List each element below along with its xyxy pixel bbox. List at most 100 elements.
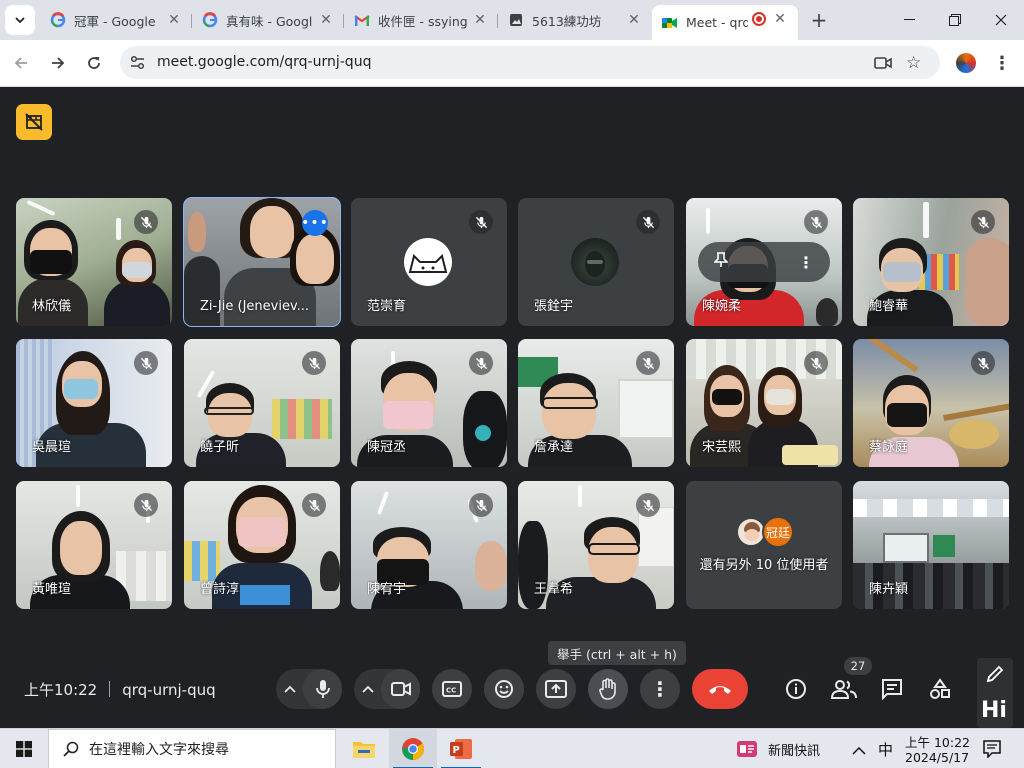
site-settings-icon[interactable] (129, 54, 146, 75)
hand-icon (599, 678, 616, 700)
participant-tile[interactable]: 范崇育 (351, 198, 507, 326)
more-vert-icon[interactable]: ⋮ (798, 253, 814, 272)
tab-4[interactable]: 5613練功坊 ✕ (498, 6, 650, 34)
minimize-button[interactable] (886, 0, 932, 40)
bookmark-star-icon[interactable]: ☆ (906, 53, 921, 73)
arrow-left-icon (14, 57, 27, 69)
ime-indicator[interactable]: 中 (878, 739, 893, 760)
close-icon[interactable]: ✕ (772, 11, 788, 27)
close-icon[interactable]: ✕ (626, 12, 642, 28)
close-icon (995, 14, 1007, 26)
participant-tile[interactable]: 黃唯瑄 (16, 481, 172, 609)
chevron-down-icon (15, 17, 25, 24)
taskbar-search-input[interactable]: 在這裡輸入文字來搜尋 (48, 729, 336, 768)
participant-tile[interactable]: 王韋希 (518, 481, 674, 609)
captions-button[interactable]: CC (432, 669, 472, 709)
participant-name: 鮑睿華 (869, 299, 909, 314)
tab-title: Meet - qrq (686, 15, 748, 30)
participant-tile-overflow[interactable]: 冠廷 還有另外 10 位使用者 (686, 481, 842, 609)
chrome-app[interactable] (389, 729, 437, 768)
restore-button[interactable] (932, 0, 978, 40)
close-icon[interactable]: ✕ (472, 12, 488, 28)
participant-tile[interactable]: 陳卉穎 (853, 481, 1009, 609)
mic-off-icon (971, 351, 995, 375)
tab-1[interactable]: 冠軍 - Google ✕ (40, 6, 190, 34)
close-window-button[interactable] (978, 0, 1024, 40)
tab-3[interactable]: 收件匣 - ssying ✕ (344, 6, 496, 34)
new-tab-button[interactable]: + (804, 5, 834, 35)
tab-search-button[interactable] (5, 5, 35, 35)
reload-button[interactable] (79, 48, 109, 78)
tab-2[interactable]: 真有味 - Googl ✕ (192, 6, 342, 34)
participant-tile[interactable]: 饒子昕 (184, 339, 340, 467)
news-icon[interactable] (736, 740, 758, 762)
tab-title: 收件匣 - ssying (378, 13, 468, 29)
close-icon[interactable]: ✕ (318, 12, 334, 28)
close-icon[interactable]: ✕ (166, 12, 182, 28)
people-button[interactable] (826, 671, 862, 707)
mic-options-chevron-icon[interactable] (276, 669, 303, 709)
more-options-button[interactable]: ⋮ (640, 669, 680, 709)
address-bar[interactable]: meet.google.com/qrq-urnj-quq ☆ (120, 46, 940, 79)
more-options-button[interactable]: ••• (301, 210, 328, 236)
participant-tile[interactable]: ••• Zi-Jie (Jeneviev... (183, 197, 341, 327)
tab-meet[interactable]: Meet - qrq ✕ (652, 5, 798, 40)
reactions-button[interactable] (484, 669, 524, 709)
participant-avatar (571, 238, 619, 286)
gmail-icon (354, 12, 370, 28)
chrome-menu-button[interactable]: ⋮ (987, 48, 1017, 78)
profile-avatar[interactable] (951, 48, 981, 78)
participant-tile[interactable]: 詹承達 (518, 339, 674, 467)
google-g-icon (202, 12, 218, 28)
participant-tile[interactable]: ⋮ 陳婉柔 (686, 198, 842, 326)
chat-button[interactable] (874, 671, 910, 707)
microphone-button[interactable] (303, 669, 342, 709)
participant-tile[interactable]: 林欣儀 (16, 198, 172, 326)
no-video-notice-button[interactable] (16, 104, 52, 140)
meeting-details-button[interactable] (778, 671, 814, 707)
news-label[interactable]: 新聞快訊 (768, 740, 820, 759)
participant-tile[interactable]: 吳晨瑄 (16, 339, 172, 467)
plus-icon: + (810, 8, 828, 32)
camera-indicator-icon[interactable] (874, 55, 892, 74)
camera-button[interactable] (381, 669, 420, 709)
participant-tile[interactable]: 曾詩淳 (184, 481, 340, 609)
leave-call-button[interactable] (692, 669, 748, 709)
participant-tile[interactable]: 張銓宇 (518, 198, 674, 326)
divider (109, 681, 111, 697)
forward-button[interactable] (43, 48, 73, 78)
file-explorer-app[interactable] (340, 729, 388, 768)
clock-time[interactable]: 上午 10:22 (905, 732, 970, 751)
participant-tile[interactable]: 陳冠丞 (351, 339, 507, 467)
mic-off-icon (636, 210, 660, 234)
tab-strip: 冠軍 - Google ✕ 真有味 - Googl ✕ 收件匣 - ssying… (0, 0, 1024, 40)
participant-tile[interactable]: 鮑睿華 (853, 198, 1009, 326)
activities-shapes-icon (930, 678, 950, 699)
people-count-badge: 27 (844, 657, 872, 675)
camera-options-chevron-icon[interactable] (354, 669, 381, 709)
back-button[interactable] (6, 48, 36, 78)
call-end-icon (709, 686, 731, 694)
pin-icon[interactable] (713, 252, 729, 272)
restore-icon (949, 14, 961, 26)
present-to-all-icon (545, 680, 567, 698)
floating-widget[interactable]: Hi (977, 658, 1013, 728)
present-screen-button[interactable] (536, 669, 576, 709)
start-button[interactable] (0, 729, 48, 768)
minimize-icon (903, 19, 915, 20)
mic-off-icon (469, 493, 493, 517)
activities-button[interactable] (922, 671, 958, 707)
notification-icon[interactable] (983, 740, 1001, 762)
mic-off-icon (134, 493, 158, 517)
raise-hand-button[interactable] (588, 669, 628, 709)
more-vert-icon: ⋮ (993, 52, 1011, 74)
participant-tile[interactable]: 蔡詠庭 (853, 339, 1009, 467)
chevron-up-icon[interactable] (852, 741, 866, 760)
clock-date[interactable]: 2024/5/17 (905, 750, 969, 765)
powerpoint-icon: P (450, 739, 472, 759)
participant-tile[interactable]: 陳宥宇 (351, 481, 507, 609)
participant-tile[interactable]: 宋芸熙 (686, 339, 842, 467)
videocam-icon (390, 682, 411, 696)
powerpoint-app[interactable]: P (437, 729, 485, 768)
participant-name: 陳冠丞 (367, 440, 407, 455)
